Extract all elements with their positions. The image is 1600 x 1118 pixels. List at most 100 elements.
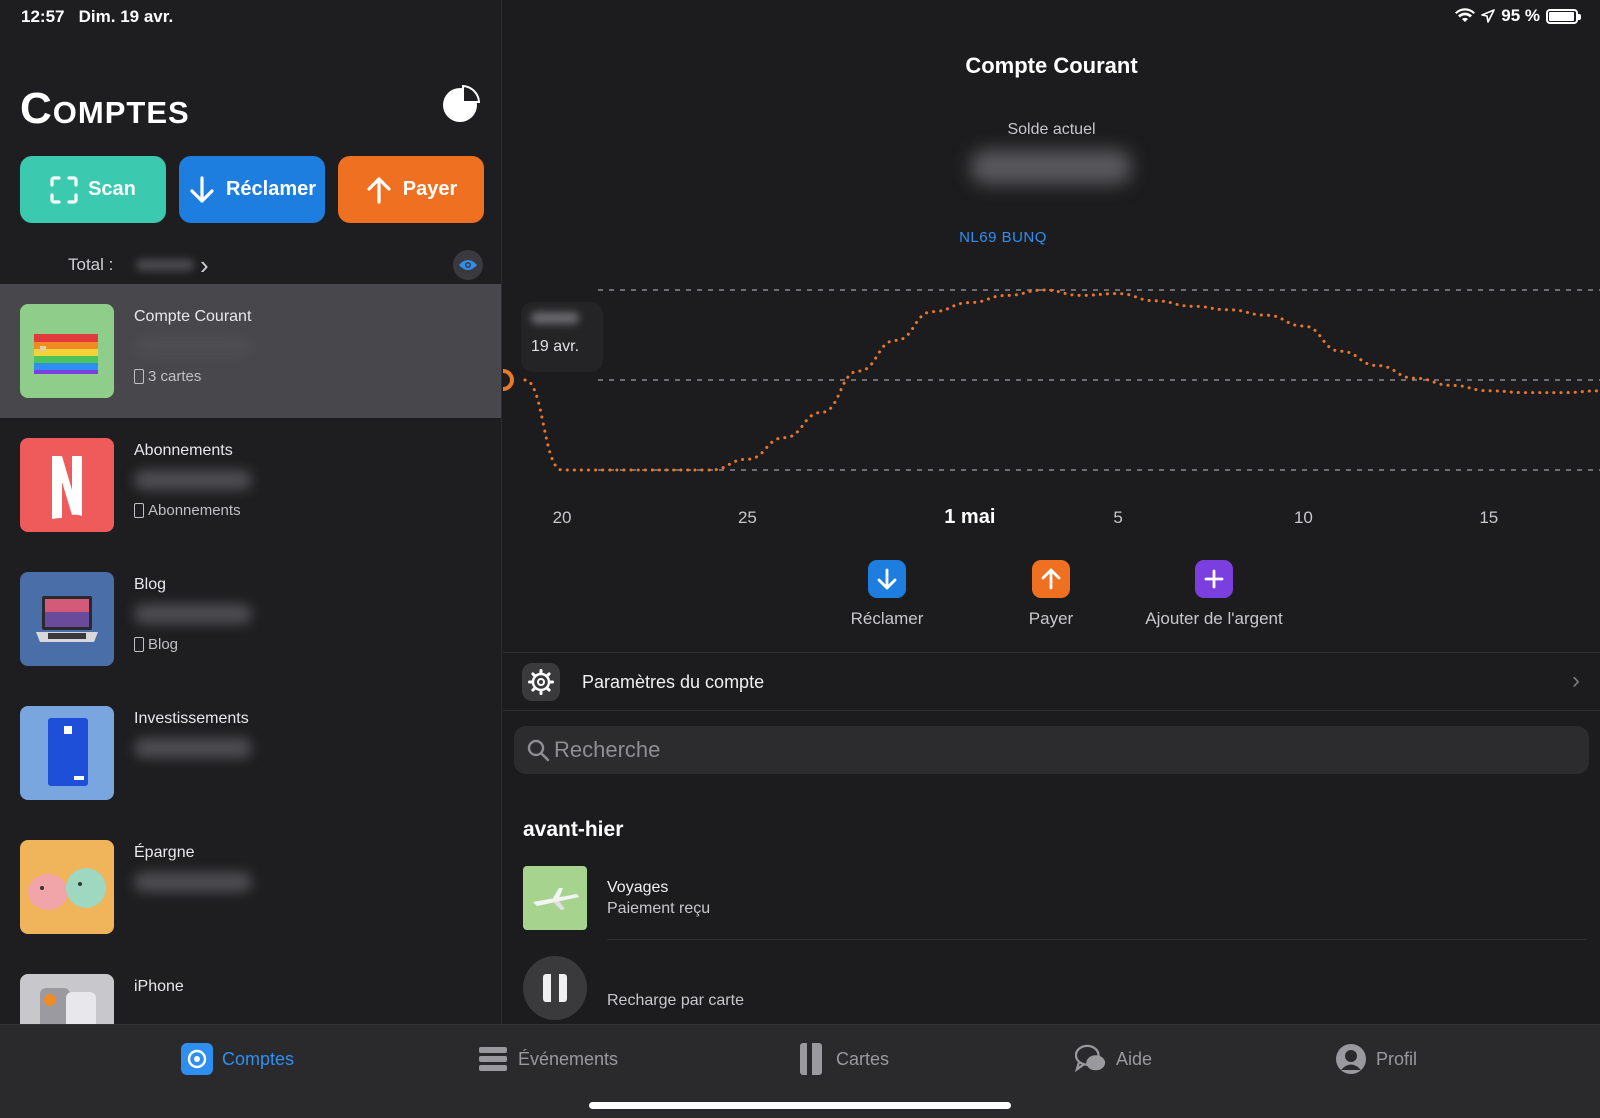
account-settings-row[interactable]: Paramètres du compte › (503, 652, 1600, 711)
card-icon (134, 369, 144, 384)
search-icon (527, 739, 550, 762)
tab-comptes[interactable]: Comptes (181, 1043, 294, 1075)
balance-label: Solde actuel (1007, 121, 1096, 138)
card-icon (134, 637, 144, 652)
tab-profil[interactable]: Profil (1335, 1043, 1417, 1075)
plus-icon (1195, 560, 1233, 598)
chevron-right-icon: › (200, 250, 209, 280)
tab-aide[interactable]: Aide (1075, 1043, 1152, 1075)
battery-percent: 95 % (1501, 6, 1540, 25)
account-item-iphone[interactable]: iPhone (0, 954, 501, 1024)
netflix-logo-thumbnail (20, 438, 114, 532)
account-subtitle: Blog (134, 636, 178, 653)
quick-request-button[interactable]: Réclamer (797, 560, 977, 629)
x-tick-label: 15 (1479, 508, 1499, 527)
account-balance-hidden (134, 604, 252, 624)
total-label: Total : (68, 255, 114, 274)
account-name: Blog (134, 576, 167, 593)
rainbow-cards-thumbnail (20, 304, 114, 398)
account-balance-hidden (134, 336, 252, 356)
tab-cartes[interactable]: Cartes (795, 1043, 889, 1075)
location-arrow-icon (1481, 9, 1496, 23)
arrow-down-icon (190, 175, 214, 203)
separator (607, 939, 1587, 940)
transaction-subtitle: Recharge par carte (607, 992, 744, 1009)
gear-icon (522, 663, 560, 701)
chevron-right-icon: › (1572, 667, 1580, 694)
account-item-investissements[interactable]: Investissements (0, 686, 501, 820)
scan-icon (50, 175, 78, 204)
x-tick-label: 25 (737, 508, 757, 527)
account-balance-hidden (134, 872, 252, 892)
chart-marker (503, 369, 514, 391)
status-date: Dim. 19 avr. (78, 7, 174, 26)
card-icon (523, 956, 587, 1020)
add-money-button[interactable]: Ajouter de l'argent (1124, 560, 1304, 629)
transaction-row[interactable]: Recharge par carte (503, 956, 1600, 1024)
transaction-row[interactable]: Voyages Paiement reçu (503, 866, 1600, 952)
status-indicators: 95 % (1455, 6, 1581, 26)
chart-tooltip: 19 avr. (521, 302, 603, 372)
total-row[interactable]: Total : › (0, 248, 501, 282)
account-sub-label: Blog (148, 636, 179, 653)
pie-chart-icon[interactable] (441, 84, 481, 124)
events-icon (477, 1043, 509, 1075)
scan-button[interactable]: Scan (20, 156, 166, 223)
iphone-thumbnail (20, 974, 114, 1024)
quick-pay-button[interactable]: Payer (961, 560, 1141, 629)
cards-icon (795, 1043, 827, 1075)
quick-request-label: Réclamer (850, 609, 924, 628)
account-sub-label: 3 cartes (148, 368, 202, 385)
pay-label: Payer (402, 178, 458, 200)
tab-label: Comptes (222, 1048, 295, 1069)
battery-icon (1546, 8, 1581, 24)
detail-title: Compte Courant (965, 53, 1138, 78)
tab-label: Profil (1376, 1048, 1418, 1069)
arrow-up-icon (1032, 560, 1070, 598)
tooltip-amount-hidden (531, 312, 579, 324)
account-list: Compte Courant 3 cartes Abonnements Abon… (0, 284, 501, 1024)
airplane-thumbnail (523, 866, 587, 930)
settings-label: Paramètres du compte (582, 672, 765, 692)
status-time: 12:57 Dim. 19 avr. (21, 7, 173, 27)
balance-chart[interactable]: 19 avr. 20 25 1 mai 5 10 15 (503, 280, 1600, 540)
section-header: avant-hier (523, 818, 624, 841)
account-balance-hidden (134, 470, 252, 490)
scan-label: Scan (88, 178, 136, 200)
arrow-up-icon (367, 176, 391, 204)
transaction-subtitle: Paiement reçu (607, 900, 711, 917)
account-item-blog[interactable]: Blog Blog (0, 552, 501, 686)
quick-pay-label: Payer (1028, 609, 1074, 628)
account-subtitle: 3 cartes (134, 368, 201, 385)
search-bar[interactable] (514, 726, 1589, 774)
app-screen: 12:57 Dim. 19 avr. 95 % Comptes Scan Réc… (0, 0, 1600, 1118)
chart-current-point (503, 369, 514, 391)
page-title: Comptes (20, 84, 190, 133)
balance-chart-svg (503, 288, 1600, 472)
search-input[interactable] (554, 726, 1554, 774)
account-item-epargne[interactable]: Épargne (0, 820, 501, 954)
home-indicator[interactable] (589, 1102, 1011, 1109)
request-label: Réclamer (225, 178, 317, 200)
balance-amount-hidden (971, 150, 1131, 184)
card-icon (134, 503, 144, 518)
iban-link[interactable]: NL69 BUNQ (503, 229, 1503, 246)
eye-icon[interactable] (453, 250, 483, 280)
sidebar-actions: Scan Réclamer Payer (20, 156, 484, 223)
account-item-abonnements[interactable]: Abonnements Abonnements (0, 418, 501, 552)
account-item-compte-courant[interactable]: Compte Courant 3 cartes (0, 284, 501, 418)
tab-evenements[interactable]: Événements (477, 1043, 618, 1075)
pay-button[interactable]: Payer (338, 156, 484, 223)
account-detail: Compte Courant Solde actuel NL69 BUNQ 19… (503, 0, 1600, 1024)
x-tick-label: 1 mai (944, 506, 996, 528)
account-sub-label: Abonnements (148, 502, 241, 519)
transaction-title: Voyages (607, 879, 669, 896)
total-amount-hidden (136, 259, 194, 271)
tab-label: Événements (518, 1048, 619, 1069)
tooltip-date: 19 avr. (531, 338, 580, 355)
account-name: Compte Courant (134, 308, 252, 325)
status-clock: 12:57 (21, 7, 65, 26)
account-name: Abonnements (134, 442, 233, 459)
request-button[interactable]: Réclamer (179, 156, 325, 223)
chart-grid (598, 289, 1600, 471)
